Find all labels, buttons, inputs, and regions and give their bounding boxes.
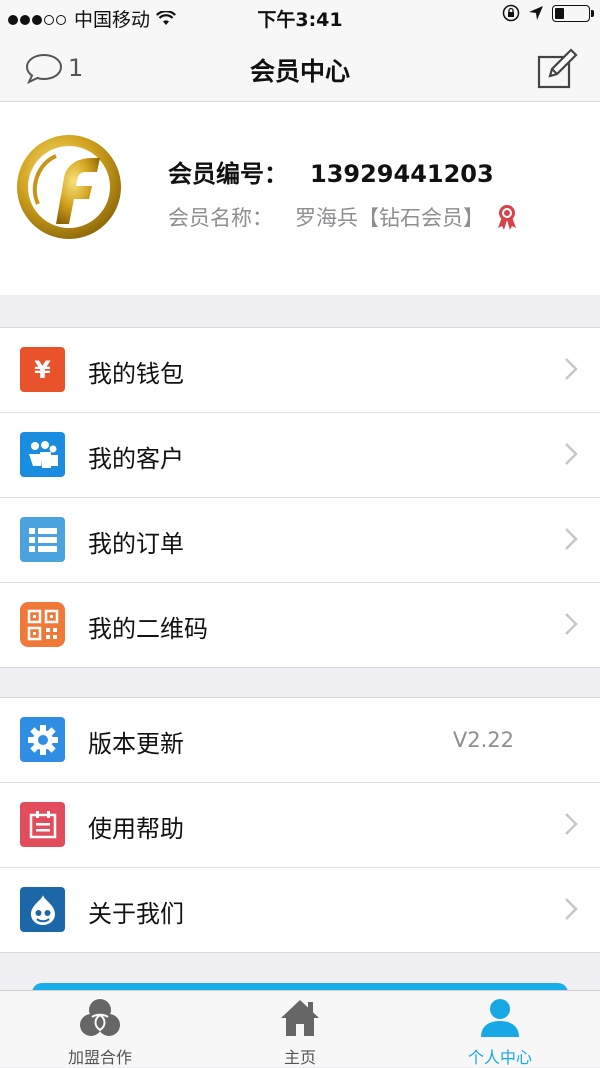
- orders-icon: [20, 517, 65, 562]
- tab-home[interactable]: 主页: [200, 991, 400, 1068]
- member-logo: [17, 135, 121, 239]
- menu-item-label: 版本更新: [88, 730, 184, 758]
- status-bar: 中国移动 下午3:41: [0, 0, 600, 34]
- member-name-row: 会员名称： 罗海兵【钻石会员】: [168, 202, 518, 232]
- menu-item-label: 我的客户: [88, 445, 184, 473]
- menu-item-wallet[interactable]: ¥ 我的钱包: [0, 328, 600, 413]
- nav-bar: 1 会员中心: [0, 34, 600, 102]
- chevron-right-icon: [565, 898, 578, 920]
- edit-icon: [537, 48, 578, 89]
- tab-label: 主页: [283, 1048, 316, 1067]
- tab-label: 个人中心: [467, 1048, 532, 1067]
- menu-item-label: 我的二维码: [88, 615, 208, 643]
- page-title: 会员中心: [249, 57, 350, 86]
- tab-bar: 加盟合作 主页 个人中心: [0, 990, 600, 1067]
- status-right: [502, 4, 594, 22]
- tab-partnership[interactable]: 加盟合作: [0, 991, 200, 1068]
- version-value: V2.22: [452, 728, 514, 752]
- about-drupal-icon: [20, 887, 65, 932]
- member-name-label: 会员名称：: [168, 206, 273, 230]
- member-id-value: 13929441203: [310, 160, 494, 188]
- chevron-right-icon: [565, 358, 578, 380]
- menu-item-customers[interactable]: 我的客户: [0, 413, 600, 498]
- member-id-row: 会员编号： 13929441203: [168, 154, 494, 189]
- chevron-right-icon: [565, 613, 578, 635]
- menu-item-qrcode[interactable]: 我的二维码: [0, 583, 600, 667]
- update-gear-icon: [20, 717, 65, 762]
- location-arrow-icon: [529, 6, 543, 20]
- menu-group-app: 版本更新 V2.22 使用帮助 关于我们: [0, 697, 600, 953]
- rotation-lock-icon: [502, 4, 520, 22]
- home-icon: [200, 997, 400, 1039]
- chevron-right-icon: [565, 813, 578, 835]
- menu-item-about[interactable]: 关于我们: [0, 868, 600, 952]
- award-ribbon-icon: [498, 205, 516, 230]
- help-calendar-icon: [20, 802, 65, 847]
- qrcode-icon: [20, 602, 65, 647]
- menu-item-version-update[interactable]: 版本更新 V2.22: [0, 698, 600, 783]
- menu-item-label: 使用帮助: [88, 815, 184, 843]
- chevron-right-icon: [565, 443, 578, 465]
- menu-item-label: 我的钱包: [88, 360, 184, 388]
- tab-profile[interactable]: 个人中心: [400, 991, 600, 1068]
- wallet-icon: ¥: [20, 347, 65, 392]
- member-name-value: 罗海兵【钻石会员】: [295, 206, 484, 230]
- partnership-icon: [0, 997, 200, 1039]
- tab-label: 加盟合作: [67, 1048, 132, 1067]
- chevron-right-icon: [565, 528, 578, 550]
- profile-card: 会员编号： 13929441203 会员名称： 罗海兵【钻石会员】: [0, 102, 600, 295]
- battery-icon: [552, 4, 594, 22]
- edit-button[interactable]: [536, 48, 578, 94]
- menu-group-account: ¥ 我的钱包 我的客户 我的订单 我的二维码: [0, 327, 600, 668]
- menu-item-label: 我的订单: [88, 530, 184, 558]
- member-id-label: 会员编号：: [168, 160, 288, 188]
- menu-item-orders[interactable]: 我的订单: [0, 498, 600, 583]
- customers-icon: [20, 432, 65, 477]
- menu-item-label: 关于我们: [88, 900, 184, 928]
- profile-icon: [400, 997, 600, 1039]
- menu-item-help[interactable]: 使用帮助: [0, 783, 600, 868]
- yen-symbol: ¥: [34, 355, 51, 384]
